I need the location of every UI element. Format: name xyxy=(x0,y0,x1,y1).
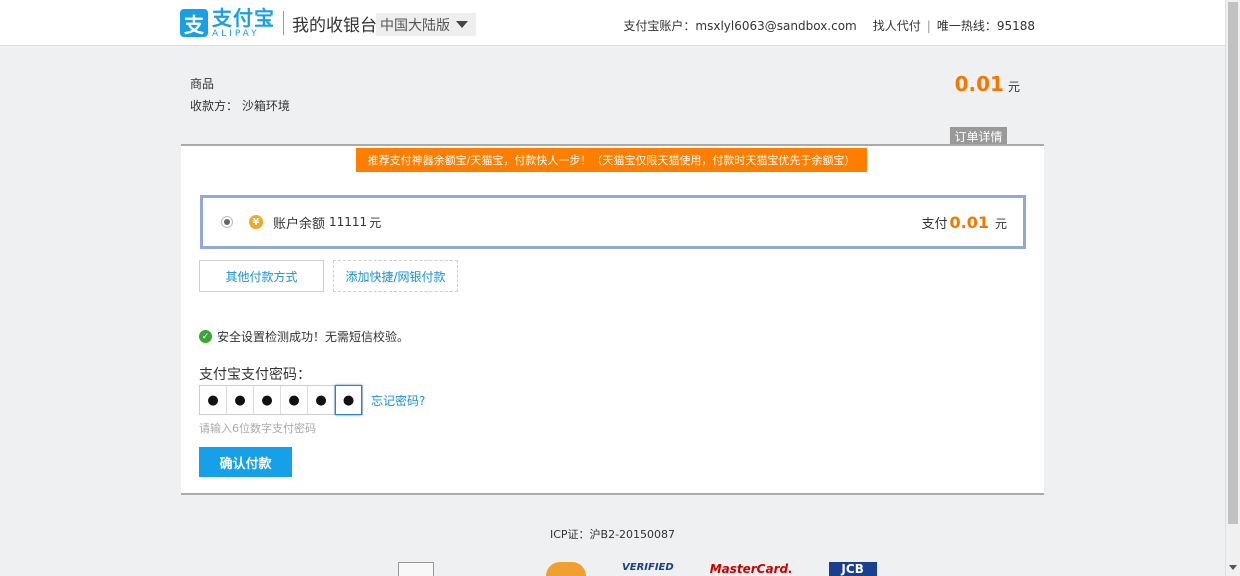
balance-value: 11111 xyxy=(329,215,368,229)
security-message-text: 安全设置检测成功！无需短信校验。 xyxy=(217,330,410,344)
jcb-badge[interactable]: JCB xyxy=(828,562,877,576)
find-payer-link[interactable]: 找人代付 xyxy=(873,17,921,34)
password-digit[interactable]: ● xyxy=(281,386,308,414)
logo-divider xyxy=(283,11,284,35)
alipay-logo[interactable]: 支 支付宝 ALIPAY 我的收银台 xyxy=(180,5,377,39)
alipay-logo-icon: 支 xyxy=(180,9,208,37)
account-email: msxlyl6063@sandbox.com xyxy=(695,18,857,33)
password-input[interactable]: ● ● ● ● ● ● xyxy=(199,385,363,415)
trust-badge-certificate-icon[interactable] xyxy=(398,562,434,576)
logo-text-zh: 支付宝 xyxy=(212,5,275,30)
trust-badge-signature-icon[interactable] xyxy=(470,562,510,576)
pay-amount-value: 0.01 xyxy=(949,212,989,232)
password-digit[interactable]: ● xyxy=(200,386,227,414)
security-check-message: ✓ 安全设置检测成功！无需短信校验。 xyxy=(199,328,409,345)
password-hint: 请输入6位数字支付密码 xyxy=(199,422,316,435)
order-payee: 收款方： 沙箱环境 xyxy=(190,99,290,113)
password-digit-active[interactable]: ● xyxy=(335,385,362,415)
verified-by-visa-badge[interactable]: VERIFIED xyxy=(622,562,674,576)
scrollbar-thumb[interactable] xyxy=(1228,2,1238,524)
order-amount-value: 0.01 xyxy=(954,72,1004,96)
balance-label: 账户余额 xyxy=(273,216,326,232)
payment-method-balance[interactable]: ¥ 账户余额 11111 元 支付 0.01 元 xyxy=(200,195,1026,249)
order-detail-tab[interactable]: 订单详情 xyxy=(950,127,1007,145)
password-digit[interactable]: ● xyxy=(308,386,335,414)
password-digit[interactable]: ● xyxy=(254,386,281,414)
vertical-scrollbar[interactable] xyxy=(1225,0,1240,576)
method-pay-amount: 支付 0.01 元 xyxy=(921,213,1007,232)
order-amount: 0.01 元 xyxy=(955,72,1020,96)
balance-unit: 元 xyxy=(369,215,382,230)
other-payment-methods-button[interactable]: 其他付款方式 xyxy=(199,260,324,292)
chevron-down-icon xyxy=(456,21,468,28)
scroll-down-arrow-icon[interactable] xyxy=(1229,565,1237,570)
yuan-icon: ¥ xyxy=(249,215,263,229)
order-product-name: 商品 xyxy=(190,77,215,91)
promo-banner: 推荐支付神器余额宝/天猫宝，付款快人一步！（天猫宝仅限天猫使用，付款时天猫宝优先… xyxy=(356,148,867,172)
pay-label: 支付 xyxy=(921,216,948,232)
trust-badges: VERIFIED MasterCard. JCB xyxy=(398,562,913,576)
account-label: 支付宝账户： xyxy=(623,19,696,33)
region-selector[interactable]: 中国大陆版 xyxy=(376,13,476,36)
hotline: 唯一热线：95188 xyxy=(936,19,1035,33)
mastercard-badge[interactable]: MasterCard. xyxy=(710,562,793,576)
logo-text-en: ALIPAY xyxy=(212,28,260,39)
header-divider: | xyxy=(926,18,931,33)
header-account-info: 支付宝账户： msxlyl6063@sandbox.com 找人代付 | 唯一热… xyxy=(623,17,1035,34)
password-digit[interactable]: ● xyxy=(227,386,254,414)
balance-radio[interactable] xyxy=(221,216,233,228)
trust-badge-seal-icon[interactable] xyxy=(546,562,586,576)
page-header: 支 支付宝 ALIPAY 我的收银台 中国大陆版 支付宝账户： msxlyl60… xyxy=(0,0,1225,46)
check-circle-icon: ✓ xyxy=(199,330,212,343)
password-row: ● ● ● ● ● ● 忘记密码? xyxy=(199,385,425,415)
password-label: 支付宝支付密码： xyxy=(199,367,311,383)
pay-amount-unit: 元 xyxy=(994,216,1007,231)
payment-panel: 推荐支付神器余额宝/天猫宝，付款快人一步！（天猫宝仅限天猫使用，付款时天猫宝优先… xyxy=(181,144,1044,495)
cashier-title: 我的收银台 xyxy=(292,15,377,36)
confirm-payment-button[interactable]: 确认付款 xyxy=(199,447,292,477)
icp-license: ICP证：沪B2-20150087 xyxy=(549,528,676,541)
order-amount-unit: 元 xyxy=(1007,80,1020,94)
region-label: 中国大陆版 xyxy=(380,17,450,34)
forgot-password-link[interactable]: 忘记密码? xyxy=(371,392,425,409)
add-quick-payment-button[interactable]: 添加快捷/网银付款 xyxy=(333,260,458,292)
